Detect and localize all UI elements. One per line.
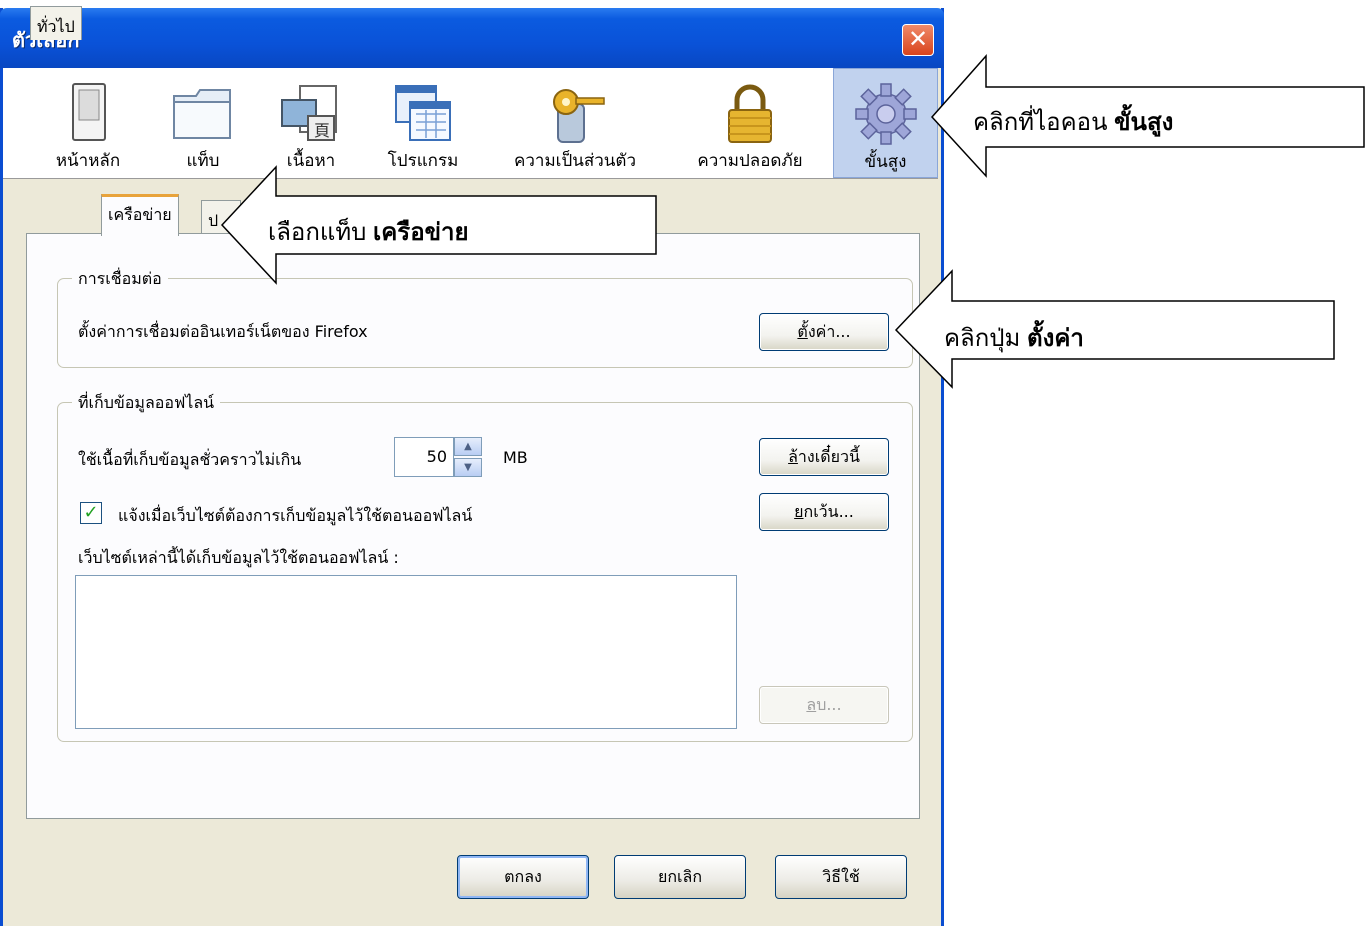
tab-update-label: ป [208, 211, 219, 230]
cache-size-label: ใช้เนื้อที่เก็บข้อมูลชั่วคราวไม่เกิน [78, 450, 302, 469]
offline-sites-list[interactable] [75, 575, 737, 729]
category-content-label: เนื้อหา [286, 151, 336, 171]
exceptions-button-label: กเว้น... [803, 502, 854, 521]
advanced-gear-icon [854, 83, 917, 145]
main-switch-icon [72, 83, 106, 141]
category-content[interactable]: 頁 เนื้อหา [261, 68, 361, 178]
category-applications[interactable]: โปรแกรม [368, 68, 478, 178]
category-applications-label: โปรแกรม [387, 151, 459, 171]
connection-description: ตั้งค่าการเชื่อมต่ออินเทอร์เน็ตของ Firef… [78, 322, 368, 341]
callout-advanced-bold: ขั้นสูง [1114, 109, 1174, 136]
spin-down-icon[interactable]: ▼ [454, 458, 482, 477]
applications-icon [395, 85, 451, 141]
tab-network[interactable]: เครือข่าย [101, 194, 179, 236]
cancel-button[interactable]: ยกเลิก [614, 855, 746, 899]
privacy-key-icon [553, 89, 605, 143]
notify-offline-checkbox[interactable]: ✓ [80, 502, 102, 524]
category-main[interactable]: หน้าหลัก [33, 68, 143, 178]
category-privacy-label: ความเป็นส่วนตัว [513, 151, 637, 171]
category-tabs-label: แท็บ [186, 151, 220, 171]
security-lock-icon [728, 84, 772, 143]
settings-button-accesskey: ตั้ [797, 322, 808, 341]
close-icon: ✕ [907, 25, 929, 53]
clear-button-accesskey: ล้ [788, 447, 798, 466]
title-bar[interactable]: ตัวเลือก ✕ [0, 8, 944, 68]
svg-text:頁: 頁 [314, 121, 330, 140]
offline-sites-label: เว็บไซต์เหล่านี้ได้เก็บข้อมูลไว้ใช้ตอนออ… [78, 548, 399, 567]
callout-advanced-prefix: คลิกที่ไอคอน [973, 109, 1115, 136]
category-toolbar: หน้าหลัก แท็บ 頁 เนื้อหา โปรแกรม ความเป็น… [3, 68, 938, 179]
notify-offline-label[interactable]: แจ้งเมื่อเว็บไซต์ต้องการเก็บข้อมูลไว้ใช้… [118, 504, 472, 529]
tab-update[interactable]: ป [201, 200, 241, 234]
exceptions-button[interactable]: ยกเว้น... [759, 493, 889, 531]
category-security-label: ความปลอดภัย [697, 151, 803, 171]
tab-general[interactable]: ทั่วไป [30, 6, 82, 40]
callout-advanced-text: คลิกที่ไอคอน ขั้นสูง [973, 102, 1173, 141]
clear-button-label: างเดี๋ยวนี้ [797, 447, 860, 466]
cache-size-unit: MB [503, 448, 528, 467]
callout-network-prefix: เลือกแท็บ [268, 219, 374, 246]
callout-settings-bold: ตั้งค่า [1027, 325, 1084, 352]
remove-button-label: บ... [816, 695, 842, 714]
close-button[interactable]: ✕ [902, 24, 934, 56]
checkmark-icon: ✓ [83, 502, 99, 523]
connection-legend: การเชื่อมต่อ [72, 267, 168, 292]
category-main-label: หน้าหลัก [55, 151, 121, 171]
content-icon: 頁 [281, 85, 337, 141]
clear-now-button[interactable]: ล้างเดี๋ยวนี้ [759, 438, 889, 476]
category-tabs[interactable]: แท็บ [153, 68, 253, 178]
category-privacy[interactable]: ความเป็นส่วนตัว [495, 68, 655, 178]
tabs-folder-icon [173, 89, 231, 139]
ok-button[interactable]: ตกลง [457, 855, 589, 899]
callout-settings-prefix: คลิกปุ่ม [944, 325, 1028, 352]
category-advanced[interactable]: ขั้นสูง [833, 68, 938, 178]
cache-size-input[interactable]: 50 [394, 437, 454, 477]
offline-storage-legend: ที่เก็บข้อมูลออฟไลน์ [72, 391, 221, 416]
category-advanced-label: ขั้นสูง [864, 152, 907, 172]
category-security[interactable]: ความปลอดภัย [675, 68, 825, 178]
remove-site-button[interactable]: ลบ... [759, 686, 889, 724]
callout-network-bold: เครือข่าย [373, 219, 469, 246]
tab-network-label: เครือข่าย [108, 205, 172, 224]
cache-size-spinner[interactable]: ▲ ▼ [454, 437, 482, 477]
settings-button-label: งค่า... [807, 322, 851, 341]
callout-network-text: เลือกแท็บ เครือข่าย [268, 212, 469, 251]
spin-up-icon[interactable]: ▲ [454, 437, 482, 456]
tab-general-label: ทั่วไป [37, 17, 75, 36]
exceptions-button-accesskey: ย [794, 502, 804, 521]
callout-settings-text: คลิกปุ่ม ตั้งค่า [944, 318, 1084, 357]
remove-button-accesskey: ล [806, 695, 817, 714]
connection-settings-button[interactable]: ตั้งค่า... [759, 313, 889, 351]
help-button[interactable]: วิธีใช้ [775, 855, 907, 899]
